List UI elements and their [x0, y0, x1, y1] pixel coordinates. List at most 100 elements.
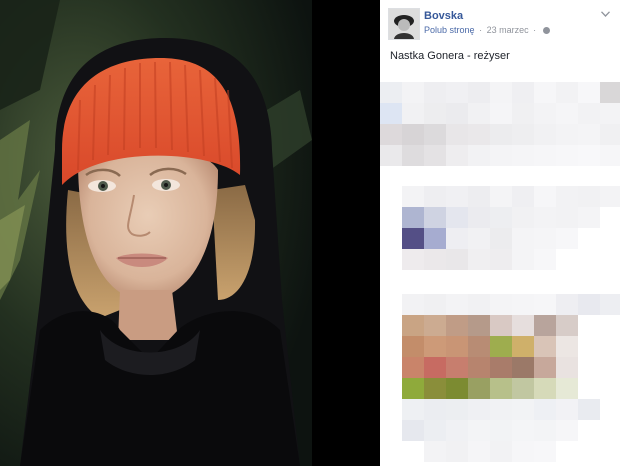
mosaic-cell: [578, 103, 600, 124]
mosaic-cell: [402, 357, 424, 378]
mosaic-cell: [512, 103, 534, 124]
mosaic-cell: [534, 124, 556, 145]
mosaic-cell: [534, 249, 556, 270]
mosaic-cell: [512, 249, 534, 270]
mosaic-cell: [424, 103, 446, 124]
mosaic-cell: [578, 294, 600, 315]
mosaic-cell: [556, 207, 578, 228]
mosaic-cell: [600, 186, 620, 207]
mosaic-cell: [468, 441, 490, 462]
mosaic-cell: [446, 294, 468, 315]
post-header: Bovska Polub stronę · 23 marzec ·: [380, 0, 620, 46]
mosaic-cell: [402, 399, 424, 420]
mosaic-cell: [380, 82, 402, 103]
mosaic-cell: [556, 399, 578, 420]
mosaic-cell: [534, 420, 556, 441]
mosaic-cell: [512, 207, 534, 228]
mosaic-cell: [468, 420, 490, 441]
mosaic-cell: [556, 378, 578, 399]
pixelated-comment-3: [380, 294, 620, 466]
mosaic-cell: [556, 103, 578, 124]
mosaic-cell: [468, 186, 490, 207]
mosaic-cell: [512, 441, 534, 462]
mosaic-cell: [402, 186, 424, 207]
mosaic-cell: [578, 399, 600, 420]
mosaic-cell: [534, 357, 556, 378]
mosaic-cell: [578, 82, 600, 103]
mosaic-cell: [424, 228, 446, 249]
mosaic-cell: [424, 378, 446, 399]
mosaic-cell: [512, 336, 534, 357]
mosaic-cell: [578, 207, 600, 228]
mosaic-cell: [512, 420, 534, 441]
mosaic-cell: [446, 207, 468, 228]
post-caption: Nastka Gonera - reżyser: [390, 50, 510, 62]
mosaic-cell: [534, 186, 556, 207]
mosaic-cell: [556, 145, 578, 166]
mosaic-cell: [556, 420, 578, 441]
mosaic-cell: [556, 336, 578, 357]
mosaic-cell: [600, 82, 620, 103]
mosaic-cell: [424, 441, 446, 462]
chevron-down-icon[interactable]: [601, 11, 610, 17]
mosaic-cell: [402, 124, 424, 145]
mosaic-cell: [556, 186, 578, 207]
mosaic-cell: [512, 315, 534, 336]
mosaic-cell: [490, 145, 512, 166]
mosaic-cell: [446, 82, 468, 103]
mosaic-cell: [424, 357, 446, 378]
mosaic-cell: [468, 336, 490, 357]
mosaic-cell: [468, 378, 490, 399]
mosaic-cell: [578, 124, 600, 145]
mosaic-cell: [490, 336, 512, 357]
page-name-link[interactable]: Bovska: [424, 10, 463, 22]
mosaic-cell: [534, 82, 556, 103]
post-date[interactable]: 23 marzec: [487, 25, 529, 35]
mosaic-cell: [424, 420, 446, 441]
mosaic-cell: [512, 399, 534, 420]
mosaic-cell: [490, 82, 512, 103]
mosaic-cell: [490, 228, 512, 249]
mosaic-cell: [512, 82, 534, 103]
mosaic-cell: [446, 357, 468, 378]
mosaic-cell: [424, 249, 446, 270]
mosaic-cell: [468, 315, 490, 336]
post-side-panel: Bovska Polub stronę · 23 marzec · Nastka…: [380, 0, 620, 466]
mosaic-cell: [446, 186, 468, 207]
mosaic-cell: [402, 82, 424, 103]
mosaic-cell: [490, 420, 512, 441]
mosaic-cell: [490, 103, 512, 124]
mosaic-cell: [490, 186, 512, 207]
meta-separator: ·: [479, 25, 483, 35]
mosaic-cell: [380, 124, 402, 145]
mosaic-cell: [556, 357, 578, 378]
mosaic-cell: [556, 315, 578, 336]
mosaic-cell: [578, 186, 600, 207]
mosaic-cell: [490, 315, 512, 336]
mosaic-cell: [402, 228, 424, 249]
mosaic-cell: [534, 441, 556, 462]
mosaic-cell: [402, 249, 424, 270]
mosaic-cell: [534, 145, 556, 166]
mosaic-cell: [512, 124, 534, 145]
mosaic-cell: [402, 145, 424, 166]
avatar[interactable]: [388, 8, 420, 40]
mosaic-cell: [424, 186, 446, 207]
mosaic-cell: [490, 124, 512, 145]
mosaic-cell: [534, 294, 556, 315]
mosaic-cell: [556, 294, 578, 315]
like-page-link[interactable]: Polub stronę: [424, 25, 475, 35]
mosaic-cell: [512, 145, 534, 166]
mosaic-cell: [424, 399, 446, 420]
mosaic-cell: [424, 124, 446, 145]
mosaic-cell: [446, 378, 468, 399]
mosaic-cell: [490, 399, 512, 420]
mosaic-cell: [468, 399, 490, 420]
pixelated-comment-1: [380, 82, 620, 172]
mosaic-cell: [468, 207, 490, 228]
mosaic-cell: [534, 103, 556, 124]
meta-separator-2: ·: [533, 25, 537, 35]
post-photo[interactable]: [0, 0, 380, 466]
mosaic-cell: [512, 294, 534, 315]
mosaic-cell: [468, 249, 490, 270]
